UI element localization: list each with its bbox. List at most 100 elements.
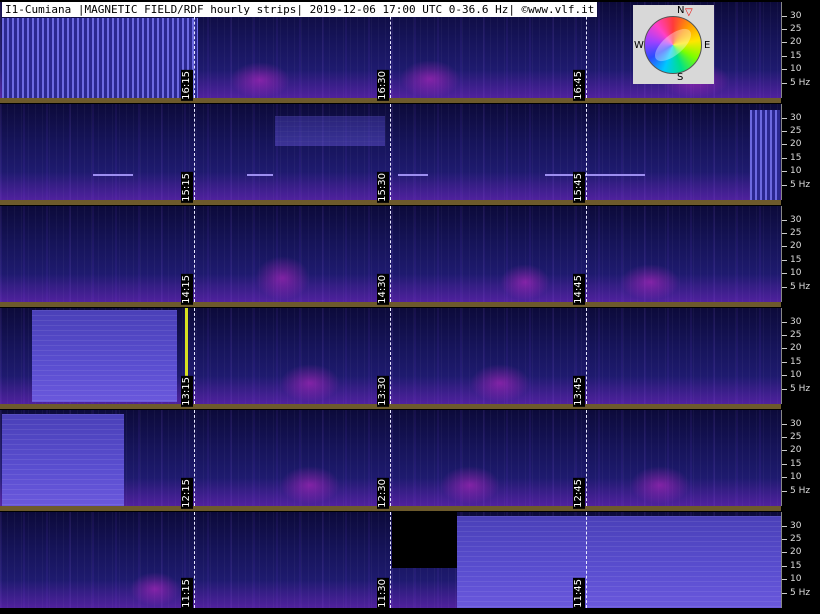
ytick-label: 5 Hz bbox=[790, 282, 811, 292]
ytick-label: 30 bbox=[790, 419, 802, 429]
ytick-label: 20 bbox=[790, 139, 802, 149]
emission-band bbox=[457, 516, 781, 608]
quarter-hour-line bbox=[194, 104, 195, 200]
time-label: 12:45 bbox=[573, 478, 585, 509]
pulse-trace bbox=[398, 174, 428, 176]
ytick-label: 5 Hz bbox=[790, 180, 811, 190]
time-label: 11:45 bbox=[573, 578, 585, 609]
time-label: 16:15 bbox=[181, 70, 193, 101]
emission-blob bbox=[255, 256, 310, 300]
time-label: 12:15 bbox=[181, 478, 193, 509]
time-label: 13:30 bbox=[377, 376, 389, 407]
marker-bar bbox=[185, 308, 188, 378]
ytick-label: 25 bbox=[790, 228, 802, 238]
strip-separator bbox=[0, 404, 781, 409]
axis-block: 30 25 20 15 10 5 Hz bbox=[781, 308, 820, 404]
ytick-label: 20 bbox=[790, 445, 802, 455]
time-label: 16:30 bbox=[377, 70, 389, 101]
ytick-label: 30 bbox=[790, 521, 802, 531]
emission-blob bbox=[280, 466, 340, 504]
data-gap bbox=[392, 512, 457, 568]
ytick-label: 25 bbox=[790, 330, 802, 340]
spectrogram-strips: 16:15 16:30 16:45 15:15 15:30 15:45 14:1… bbox=[0, 0, 781, 614]
emission-blob bbox=[130, 572, 180, 606]
emission-blob bbox=[230, 62, 290, 98]
strip-separator bbox=[0, 98, 781, 103]
direction-dial-icon bbox=[644, 16, 702, 74]
ytick-label: 30 bbox=[790, 113, 802, 123]
strip-separator bbox=[0, 506, 781, 511]
ytick-label: 10 bbox=[790, 268, 802, 278]
compass-west: W bbox=[634, 40, 644, 51]
ytick-label: 5 Hz bbox=[790, 588, 811, 598]
ytick-label: 15 bbox=[790, 153, 802, 163]
quarter-hour-line bbox=[194, 308, 195, 404]
strip-separator bbox=[0, 302, 781, 307]
ytick-label: 10 bbox=[790, 370, 802, 380]
ytick-label: 5 Hz bbox=[790, 78, 811, 88]
axis-block: 30 25 20 15 10 5 Hz bbox=[781, 512, 820, 608]
emission-blob bbox=[400, 60, 460, 98]
emission-blob bbox=[440, 466, 500, 504]
ytick-label: 30 bbox=[790, 317, 802, 327]
compass-east: E bbox=[704, 40, 711, 51]
ytick-label: 25 bbox=[790, 432, 802, 442]
ytick-label: 5 Hz bbox=[790, 384, 811, 394]
time-label: 16:45 bbox=[573, 70, 585, 101]
quarter-hour-line bbox=[194, 512, 195, 608]
ytick-label: 10 bbox=[790, 472, 802, 482]
emission-band bbox=[2, 414, 124, 506]
quarter-hour-line bbox=[194, 206, 195, 302]
time-label: 13:15 bbox=[181, 376, 193, 407]
ytick-label: 20 bbox=[790, 343, 802, 353]
emission-blob bbox=[620, 264, 680, 300]
axis-block: 30 25 20 15 10 5 Hz bbox=[781, 2, 820, 98]
ytick-label: 20 bbox=[790, 547, 802, 557]
time-label: 14:45 bbox=[573, 274, 585, 305]
time-label: 14:30 bbox=[377, 274, 389, 305]
quarter-hour-line bbox=[586, 512, 587, 608]
pulse-trace bbox=[545, 174, 645, 176]
emission-blob bbox=[500, 264, 550, 300]
ytick-label: 20 bbox=[790, 241, 802, 251]
ytick-label: 25 bbox=[790, 126, 802, 136]
time-label: 12:30 bbox=[377, 478, 389, 509]
ytick-label: 5 Hz bbox=[790, 486, 811, 496]
quarter-hour-line bbox=[390, 512, 391, 608]
compass-north: N bbox=[677, 5, 685, 16]
compass-south: S bbox=[677, 72, 684, 83]
emission-blob bbox=[470, 364, 530, 402]
frequency-axis: 30 25 20 15 10 5 Hz 30 25 20 15 10 5 Hz … bbox=[781, 0, 820, 614]
time-label: 15:45 bbox=[573, 172, 585, 203]
ytick-label: 15 bbox=[790, 255, 802, 265]
quarter-hour-line bbox=[194, 410, 195, 506]
time-label: 15:30 bbox=[377, 172, 389, 203]
quarter-hour-line bbox=[586, 308, 587, 404]
time-label: 11:30 bbox=[377, 578, 389, 609]
ytick-label: 30 bbox=[790, 11, 802, 21]
quarter-hour-line bbox=[390, 104, 391, 200]
ytick-label: 15 bbox=[790, 561, 802, 571]
ytick-label: 10 bbox=[790, 166, 802, 176]
quarter-hour-line bbox=[586, 206, 587, 302]
rdf-compass: N ▽ S E W bbox=[633, 5, 714, 84]
ytick-label: 15 bbox=[790, 51, 802, 61]
pulse-trace bbox=[247, 174, 273, 176]
north-pointer-icon: ▽ bbox=[685, 7, 693, 18]
time-label: 15:15 bbox=[181, 172, 193, 203]
time-label: 11:15 bbox=[181, 578, 193, 609]
ytick-label: 20 bbox=[790, 37, 802, 47]
emission-blob bbox=[280, 364, 340, 402]
ytick-label: 30 bbox=[790, 215, 802, 225]
axis-block: 30 25 20 15 10 5 Hz bbox=[781, 104, 820, 200]
ytick-label: 15 bbox=[790, 357, 802, 367]
emission-blob bbox=[630, 466, 690, 504]
quarter-hour-line bbox=[390, 410, 391, 506]
ytick-label: 25 bbox=[790, 24, 802, 34]
time-label: 14:15 bbox=[181, 274, 193, 305]
emission-band bbox=[32, 310, 177, 402]
quarter-hour-line bbox=[586, 410, 587, 506]
time-label: 13:45 bbox=[573, 376, 585, 407]
quarter-hour-line bbox=[390, 206, 391, 302]
pulse-trace bbox=[93, 174, 133, 176]
